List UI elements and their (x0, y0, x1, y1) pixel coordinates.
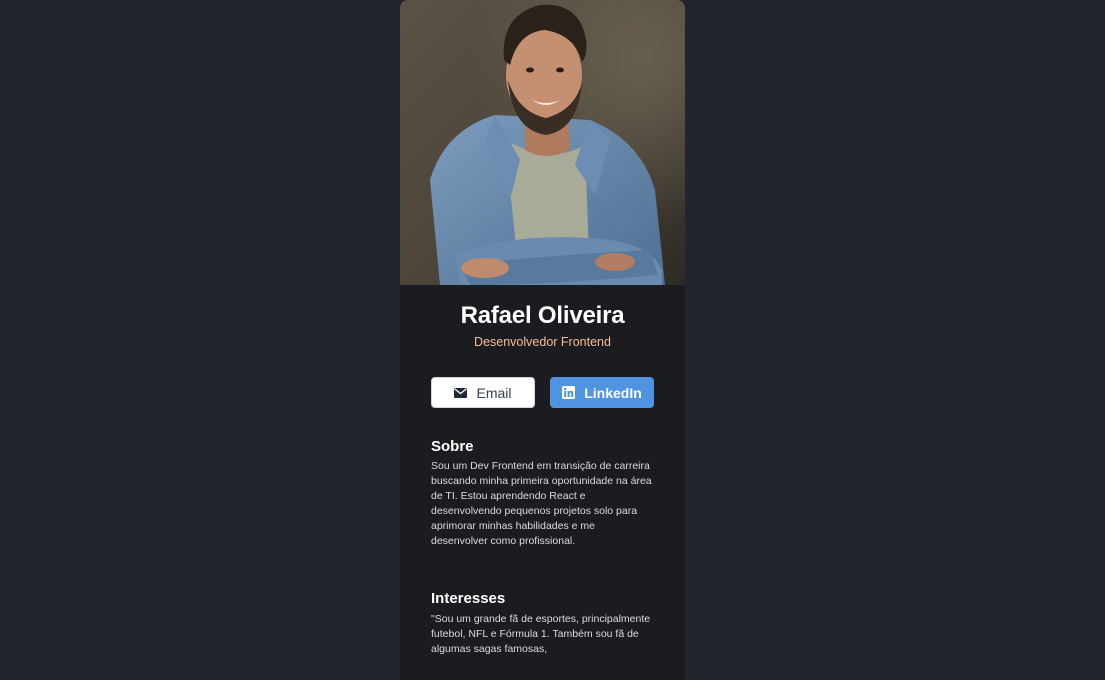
profile-role: Desenvolvedor Frontend (474, 335, 611, 349)
linkedin-button-label: LinkedIn (584, 384, 642, 401)
email-button[interactable]: Email (431, 377, 535, 408)
profile-card: Rafael Oliveira Desenvolvedor Frontend E… (400, 0, 685, 680)
about-text: Sou um Dev Frontend em transição de carr… (431, 460, 652, 547)
email-button-label: Email (476, 384, 512, 401)
interests-title: Interesses (431, 590, 506, 607)
about-title: Sobre (431, 438, 474, 455)
profile-photo (400, 0, 685, 285)
profile-name: Rafael Oliveira (460, 302, 625, 329)
linkedin-button[interactable]: LinkedIn (550, 377, 654, 408)
interests-text: "Sou um grande fã de esportes, principal… (431, 613, 651, 655)
mail-icon (454, 387, 468, 398)
linkedin-icon (562, 386, 576, 399)
